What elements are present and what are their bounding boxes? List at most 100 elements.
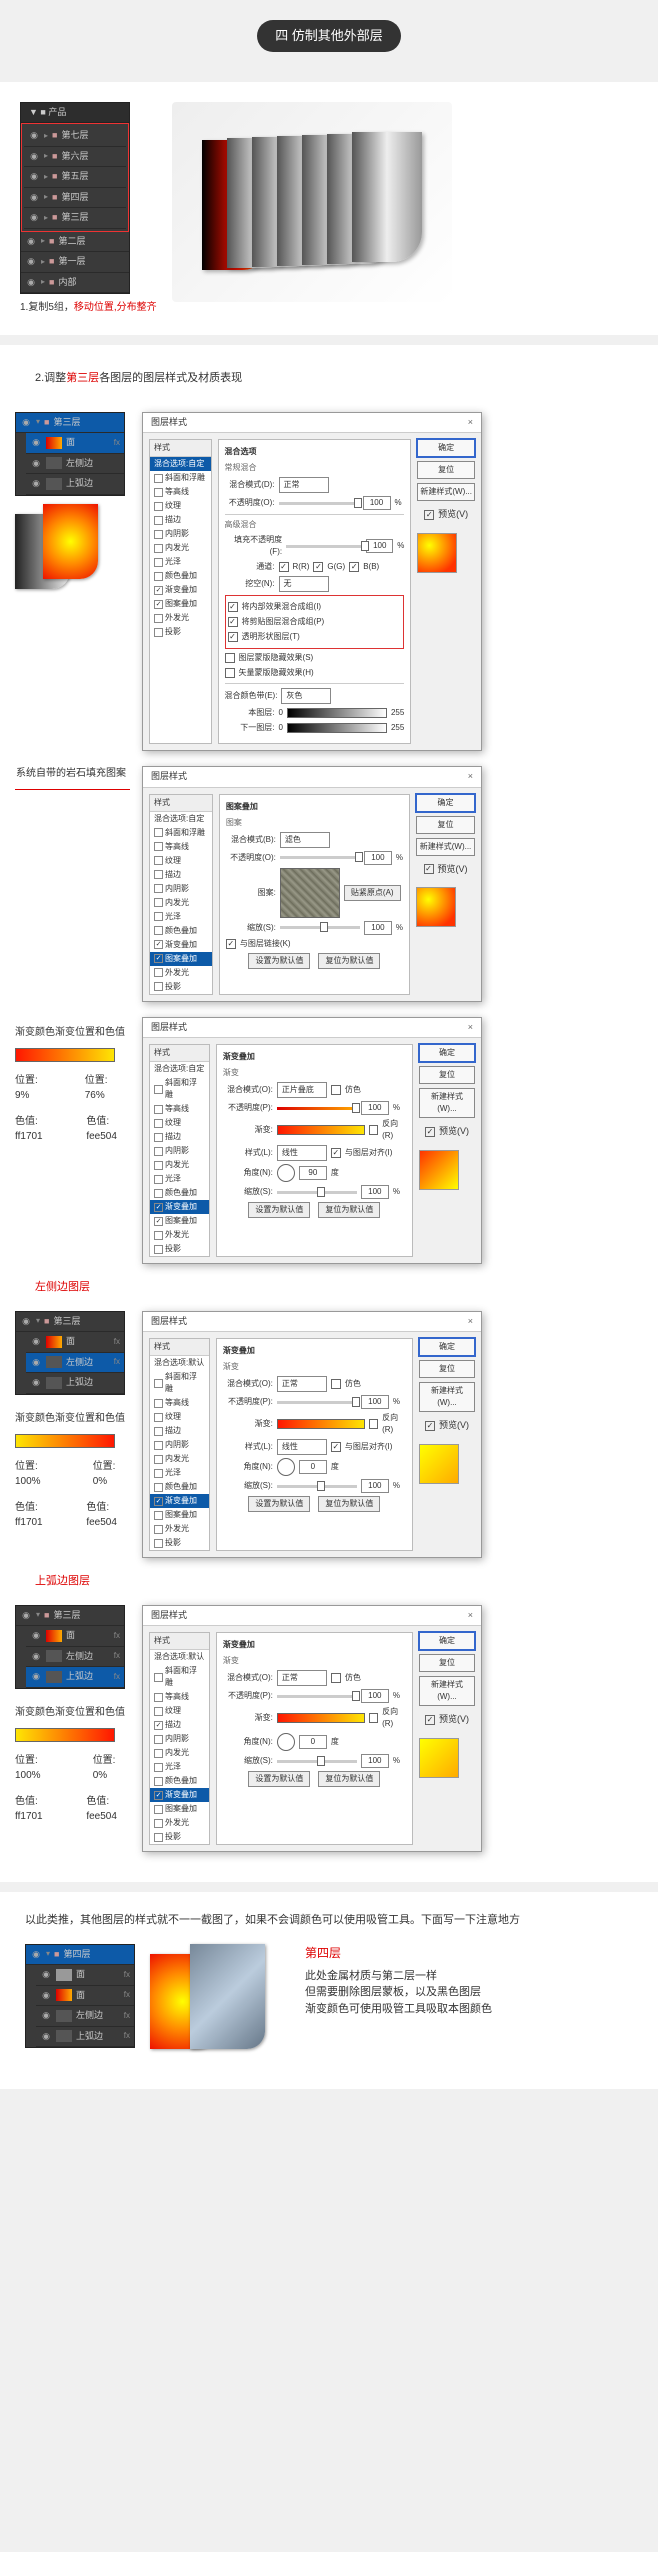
style-item[interactable]: 渐变叠加 xyxy=(150,1200,209,1214)
reset-button[interactable]: 复位为默认值 xyxy=(318,1202,380,1218)
ch-r[interactable] xyxy=(279,562,289,572)
style-item[interactable]: 外发光 xyxy=(150,1228,209,1242)
gradient-picker[interactable] xyxy=(277,1125,365,1135)
reset-button[interactable]: 复位为默认值 xyxy=(318,1771,380,1787)
layer-item[interactable]: ◉上弧边 xyxy=(26,474,124,495)
visibility-icon[interactable]: ◉ xyxy=(25,255,37,269)
style-item[interactable]: 描边 xyxy=(150,1718,209,1732)
style-item[interactable]: 图案叠加 xyxy=(150,1508,209,1522)
layer-row[interactable]: ◉▸■第四层 xyxy=(24,188,126,209)
style-item[interactable]: 纹理 xyxy=(150,854,212,868)
style-item[interactable]: 斜面和浮雕 xyxy=(150,471,211,485)
style-item[interactable]: 纹理 xyxy=(150,1410,209,1424)
cancel-button[interactable]: 复位 xyxy=(419,1066,475,1084)
layer-row[interactable]: ◉▸■第七层 xyxy=(24,126,126,147)
layer-row[interactable]: ◉▸■第二层 xyxy=(21,232,129,253)
new-style-button[interactable]: 新建样式(W)... xyxy=(419,1382,475,1412)
style-item[interactable]: 等高线 xyxy=(150,485,211,499)
layer-row[interactable]: ◉▸■第一层 xyxy=(21,252,129,273)
opacity-slider[interactable] xyxy=(277,1695,357,1698)
style-item[interactable]: 内发光 xyxy=(150,1746,209,1760)
ok-button[interactable]: 确定 xyxy=(419,1632,475,1650)
style-item[interactable]: 投影 xyxy=(150,1536,209,1550)
reverse-check[interactable] xyxy=(369,1713,378,1723)
ok-button[interactable]: 确定 xyxy=(417,439,475,457)
reset-button[interactable]: 复位为默认值 xyxy=(318,1496,380,1512)
gradient-picker[interactable] xyxy=(277,1419,365,1429)
style-item[interactable]: 斜面和浮雕 xyxy=(150,1664,209,1690)
layer-item[interactable]: ◉左侧边fx xyxy=(26,1353,124,1374)
style-item[interactable]: 内发光 xyxy=(150,1452,209,1466)
style-item[interactable]: 等高线 xyxy=(150,840,212,854)
layer-item[interactable]: ◉面fx xyxy=(26,433,124,454)
default-button[interactable]: 设置为默认值 xyxy=(248,1496,310,1512)
style-item[interactable]: 等高线 xyxy=(150,1690,209,1704)
layer-row[interactable]: ◉▸■第五层 xyxy=(24,167,126,188)
style-item[interactable]: 等高线 xyxy=(150,1396,209,1410)
style-item[interactable]: 描边 xyxy=(150,513,211,527)
dither-check[interactable] xyxy=(331,1673,341,1683)
visibility-icon[interactable]: ◉ xyxy=(25,235,37,249)
close-icon[interactable]: × xyxy=(468,416,473,430)
pattern-picker[interactable] xyxy=(280,868,340,918)
mode-select[interactable]: 正片叠底 xyxy=(277,1082,327,1098)
style-item[interactable]: 颜色叠加 xyxy=(150,569,211,583)
blendif-select[interactable]: 灰色 xyxy=(281,688,331,704)
preview-check[interactable] xyxy=(425,1715,435,1725)
checkbox[interactable] xyxy=(225,668,235,678)
style-item[interactable]: 图案叠加 xyxy=(150,1214,209,1228)
default-button[interactable]: 设置为默认值 xyxy=(248,1202,310,1218)
style-item[interactable]: 光泽 xyxy=(150,910,212,924)
visibility-icon[interactable]: ◉ xyxy=(28,150,40,164)
checkbox[interactable] xyxy=(228,632,238,642)
angle-dial[interactable] xyxy=(277,1733,295,1751)
style-item[interactable]: 投影 xyxy=(150,1242,209,1256)
style-item[interactable]: 图案叠加 xyxy=(150,1802,209,1816)
ok-button[interactable]: 确定 xyxy=(419,1338,475,1356)
opacity-slider[interactable] xyxy=(279,502,359,505)
reverse-check[interactable] xyxy=(369,1419,378,1429)
visibility-icon[interactable]: ◉ xyxy=(28,191,40,205)
checkbox[interactable] xyxy=(228,617,238,627)
new-style-button[interactable]: 新建样式(W)... xyxy=(416,838,475,856)
style-item[interactable]: 外发光 xyxy=(150,611,211,625)
scale-slider[interactable] xyxy=(277,1485,357,1488)
visibility-icon[interactable]: ◉ xyxy=(25,276,37,290)
scale-slider[interactable] xyxy=(280,926,360,929)
new-style-button[interactable]: 新建样式(W)... xyxy=(417,483,475,501)
layer-item[interactable]: ◉面fx xyxy=(26,1332,124,1353)
close-icon[interactable]: × xyxy=(468,1021,473,1035)
style-item[interactable]: 颜色叠加 xyxy=(150,924,212,938)
style-item[interactable]: 投影 xyxy=(150,1830,209,1844)
visibility-icon[interactable]: ◉ xyxy=(28,211,40,225)
style-item[interactable]: 颜色叠加 xyxy=(150,1774,209,1788)
opacity-slider[interactable] xyxy=(277,1401,357,1404)
layer-item[interactable]: ◉面fx xyxy=(36,1986,134,2007)
reverse-check[interactable] xyxy=(369,1125,378,1135)
style-item[interactable]: 外发光 xyxy=(150,1522,209,1536)
mode-select[interactable]: 正常 xyxy=(277,1376,327,1392)
style-item[interactable]: 内发光 xyxy=(150,896,212,910)
scale-slider[interactable] xyxy=(277,1760,357,1763)
style-item[interactable]: 外发光 xyxy=(150,1816,209,1830)
layer-item[interactable]: ◉左侧边fx xyxy=(36,2006,134,2027)
angle-dial[interactable] xyxy=(277,1164,295,1182)
close-icon[interactable]: × xyxy=(468,770,473,784)
style-item[interactable]: 混合选项:默认 xyxy=(150,1356,209,1370)
style-item[interactable]: 投影 xyxy=(150,980,212,994)
preview-check[interactable] xyxy=(424,864,434,874)
reset-button[interactable]: 复位为默认值 xyxy=(318,953,380,969)
style-item[interactable]: 投影 xyxy=(150,625,211,639)
layer-item[interactable]: ◉上弧边 xyxy=(26,1373,124,1394)
layer-item[interactable]: ◉左侧边 xyxy=(26,454,124,475)
layer-row[interactable]: ◉▸■内部 xyxy=(21,273,129,294)
ch-g[interactable] xyxy=(313,562,323,572)
layer-item[interactable]: ◉上弧边fx xyxy=(36,2027,134,2048)
ok-button[interactable]: 确定 xyxy=(419,1044,475,1062)
style-item[interactable]: 斜面和浮雕 xyxy=(150,1370,209,1396)
ok-button[interactable]: 确定 xyxy=(416,794,475,812)
gradient-picker[interactable] xyxy=(277,1713,365,1723)
style-item[interactable]: 纹理 xyxy=(150,499,211,513)
preview-check[interactable] xyxy=(425,1421,435,1431)
dither-check[interactable] xyxy=(331,1085,341,1095)
